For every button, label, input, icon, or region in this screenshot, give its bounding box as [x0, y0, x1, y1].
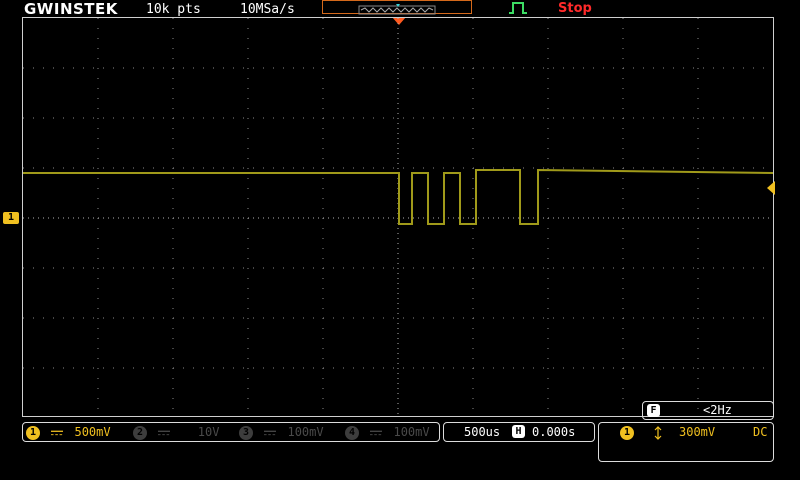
ch4-scale[interactable]: 4 100mV: [345, 423, 430, 441]
trigger-level-value: 300mV: [679, 425, 716, 439]
frequency-counter: F <2Hz: [642, 401, 774, 420]
sample-rate: 10MSa/s: [240, 2, 295, 17]
brand-logo: GWINSTEK: [24, 0, 118, 18]
dc-coupling-icon: [264, 430, 277, 435]
trigger-edge-icon: [509, 2, 527, 14]
ch3-indicator: 3: [239, 425, 253, 440]
waveform-display[interactable]: [22, 17, 774, 417]
graticule: [23, 18, 773, 416]
horizontal-position: 0.000s: [532, 425, 576, 439]
ch2-indicator: 2: [133, 425, 147, 440]
ch1-ground-marker[interactable]: 1: [3, 212, 19, 224]
run-stop-status[interactable]: Stop: [558, 1, 592, 16]
edge-either-icon: [654, 426, 662, 440]
ch1-scale[interactable]: 1 500mV: [26, 423, 111, 441]
memory-bar: [322, 0, 472, 15]
frequency-label: F: [647, 404, 660, 417]
ch3-scale[interactable]: 3 100mV: [239, 423, 324, 441]
timebase-panel[interactable]: 500us H 0.000s: [443, 422, 595, 442]
trigger-panel[interactable]: 1 300mV DC: [598, 422, 774, 462]
ch1-trace: [23, 168, 773, 225]
horizontal-position-label: H: [512, 425, 525, 438]
dc-coupling-icon: [158, 430, 171, 435]
ch4-indicator: 4: [345, 425, 359, 440]
ch2-scale[interactable]: 2 10V: [133, 423, 219, 441]
frequency-value: <2Hz: [703, 403, 732, 417]
channel-scale-bar: 1 500mV 2 10V 3 100mV 4 100mV: [22, 422, 440, 442]
dc-coupling-icon: [51, 430, 64, 435]
memory-waveform-icon: [358, 4, 436, 15]
trigger-source-indicator: 1: [620, 426, 634, 440]
trigger-level-icon[interactable]: [766, 181, 776, 195]
ch1-indicator: 1: [26, 425, 40, 440]
record-length: 10k pts: [146, 2, 201, 17]
timebase-scale: 500us: [464, 425, 501, 439]
trigger-coupling: DC: [753, 425, 768, 439]
dc-coupling-icon: [370, 430, 383, 435]
